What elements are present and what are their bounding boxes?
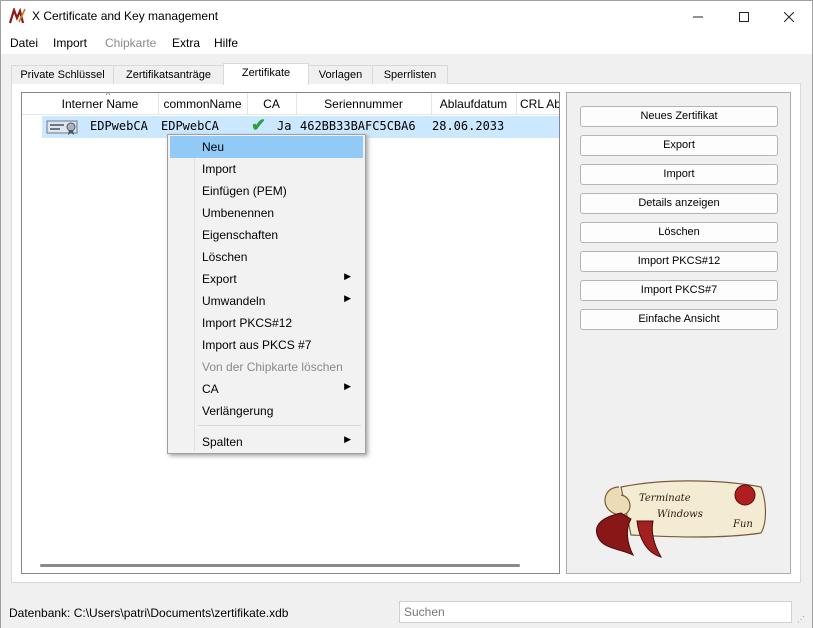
column-serial[interactable]: Seriennummer [296,93,432,115]
app-logo-icon [9,8,26,24]
logo-text: Fun [732,519,753,530]
ctx-label: Löschen [202,250,248,264]
resize-grip-icon[interactable]: ⋰ [797,615,805,624]
submenu-arrow-icon: ▶ [344,434,351,444]
cell-expiry: 28.06.2033 [432,119,505,133]
maximize-button[interactable] [721,1,767,32]
ctx-label: Neu [202,140,225,154]
submenu-arrow-icon: ▶ [344,271,351,281]
horizontal-scrollbar[interactable] [40,564,520,567]
ctx-label: Spalten [202,435,243,449]
maximize-icon [739,11,749,22]
ctx-label: Verlängerung [202,404,274,418]
table-header: ^ Interner Name commonName CA Seriennumm… [22,93,559,115]
database-path: Datenbank: C:\Users\patri\Documents\zert… [9,606,289,620]
ctx-label: Von der Chipkarte löschen [202,360,343,374]
ctx-item-paste-pem[interactable]: Einfügen (PEM) [170,180,363,202]
ctx-item-delete-from-chipcard: Von der Chipkarte löschen [170,356,363,378]
menu-import[interactable]: Import [53,36,87,50]
minimize-button[interactable] [675,1,721,32]
ctx-label: Import PKCS#12 [202,316,293,330]
new-certificate-button[interactable]: Neues Zertifikat [580,106,778,127]
menu-hilfe[interactable]: Hilfe [214,36,238,50]
tab-templates[interactable]: Vorlagen [308,65,373,84]
ctx-item-import-from-pkcs7[interactable]: Import aus PKCS #7 [170,334,363,356]
column-expiry[interactable]: Ablaufdatum [431,93,517,115]
column-crl[interactable]: CRL Ab [516,93,559,115]
status-bar: Datenbank: C:\Users\patri\Documents\zert… [1,597,812,628]
ctx-label: Import aus PKCS #7 [202,338,312,352]
simple-view-button[interactable]: Einfache Ansicht [580,309,778,330]
minimize-icon [693,16,703,17]
sort-ascending-icon: ^ [106,93,111,100]
ctx-label: Umwandeln [202,294,266,308]
ctx-label: Umbenennen [202,206,275,220]
ctx-item-properties[interactable]: Eigenschaften [170,224,363,246]
menu-datei[interactable]: Datei [10,36,38,50]
column-internal-name[interactable]: ^ Interner Name [42,93,159,115]
delete-button[interactable]: Löschen [580,222,778,243]
cell-serial: 462BB33BAFC5CBA6 [300,119,416,133]
menu-chipkarte: Chipkarte [105,36,157,50]
ctx-item-ca[interactable]: CA ▶ [170,378,363,400]
ctx-label: Export [202,272,237,286]
tab-certificates[interactable]: Zertifikate [223,63,309,85]
ctx-item-new[interactable]: Neu [170,136,363,158]
menu-extra[interactable]: Extra [172,36,200,50]
ctx-item-export[interactable]: Export ▶ [170,268,363,290]
menu-separator [198,425,361,426]
terminate-windows-fun-logo: Terminate Windows Fun [596,480,767,558]
app-window: X Certificate and Key management Datei I… [0,0,813,628]
ctx-item-delete[interactable]: Löschen [170,246,363,268]
submenu-arrow-icon: ▶ [344,293,351,303]
column-common-name[interactable]: commonName [158,93,248,115]
close-icon [784,11,794,22]
context-menu: Neu Import Einfügen (PEM) Umbenennen Eig… [167,134,366,454]
submenu-arrow-icon: ▶ [344,381,351,391]
ctx-item-import[interactable]: Import [170,158,363,180]
ctx-item-renewal[interactable]: Verlängerung [170,400,363,422]
cell-common-name: EDPwebCA [161,119,219,133]
tab-revocation-lists[interactable]: Sperrlisten [372,65,448,84]
logo-text: Terminate [639,493,691,504]
column-ca[interactable]: CA [247,93,297,115]
tab-certificate-requests[interactable]: Zertifikatsanträge [113,65,224,84]
logo-text: Windows [657,509,703,520]
show-details-button[interactable]: Details anzeigen [580,193,778,214]
ctx-label: Einfügen (PEM) [202,184,287,198]
ctx-label: CA [202,382,219,396]
ctx-item-rename[interactable]: Umbenennen [170,202,363,224]
ctx-item-import-pkcs12[interactable]: Import PKCS#12 [170,312,363,334]
search-input[interactable] [399,601,792,623]
title-bar: X Certificate and Key management [1,1,812,32]
certificate-icon [46,120,78,135]
close-button[interactable] [766,1,812,32]
ctx-item-columns[interactable]: Spalten ▶ [170,431,363,453]
ctx-label: Import [202,162,237,176]
checkmark-icon: ✔ [251,115,267,135]
import-pkcs7-button[interactable]: Import PKCS#7 [580,280,778,301]
window-title: X Certificate and Key management [32,9,219,23]
cell-ca: Ja [277,119,292,133]
cell-internal-name: EDPwebCA [90,119,148,133]
tab-private-keys[interactable]: Private Schlüssel [11,65,114,84]
column-label: Interner Name [61,97,139,111]
ctx-item-transform[interactable]: Umwandeln ▶ [170,290,363,312]
export-button[interactable]: Export [580,135,778,156]
menu-bar: Datei Import Chipkarte Extra Hilfe [1,32,812,54]
import-pkcs12-button[interactable]: Import PKCS#12 [580,251,778,272]
action-panel: Neues Zertifikat Export Import Details a… [566,92,791,574]
import-button[interactable]: Import [580,164,778,185]
ctx-label: Eigenschaften [202,228,279,242]
